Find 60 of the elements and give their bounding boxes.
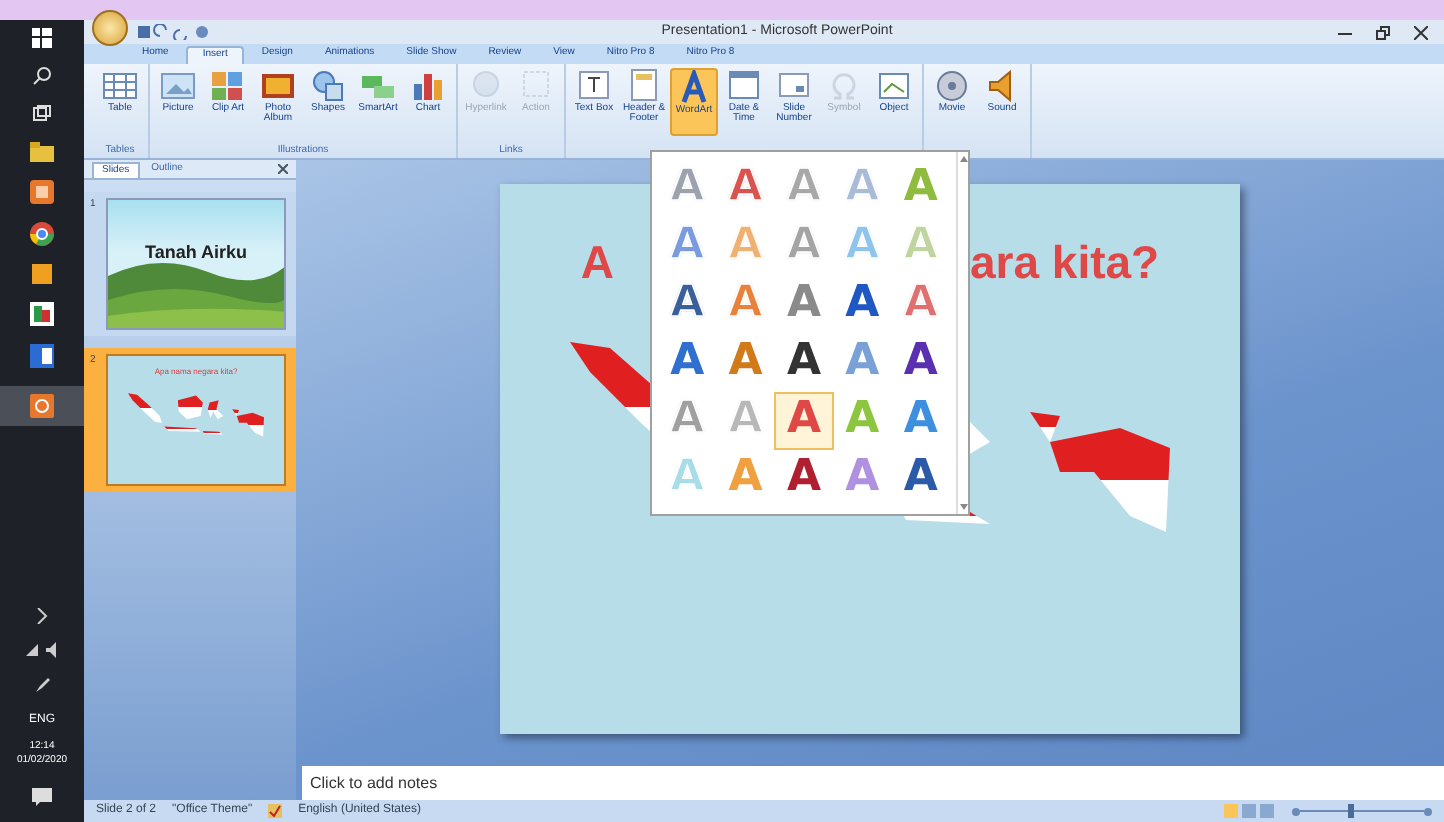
close-icon[interactable] <box>1414 25 1428 39</box>
wordart-style-option[interactable]: A <box>774 449 834 508</box>
wordart-sample-letter: A <box>845 456 880 501</box>
search-icon[interactable] <box>32 66 52 86</box>
wordart-sample-letter: A <box>786 340 821 385</box>
wordart-style-option[interactable]: A <box>774 274 834 333</box>
wordart-sample-letter: A <box>845 398 880 443</box>
letter-a-icon <box>676 70 712 106</box>
chevron-icon[interactable] <box>36 608 48 624</box>
browser-icon[interactable] <box>30 222 54 246</box>
chart-app-icon[interactable] <box>30 302 54 326</box>
task-view-icon[interactable] <box>32 104 52 124</box>
wordart-style-option[interactable]: A <box>891 449 950 508</box>
scroll-bar[interactable] <box>956 152 968 514</box>
text-box-icon <box>576 68 612 104</box>
calendar-icon <box>726 68 762 104</box>
slide-thumbnail[interactable]: Tanah Airku <box>106 198 286 330</box>
notification-icon[interactable] <box>32 786 52 806</box>
clip-art-icon <box>210 68 246 104</box>
photo-album-icon <box>260 68 296 104</box>
pen-icon[interactable] <box>33 676 51 694</box>
wordart-style-option[interactable]: A <box>833 274 892 333</box>
close-icon[interactable] <box>278 164 288 174</box>
wordart-sample-letter: A <box>903 398 938 443</box>
table-icon <box>102 68 138 104</box>
wordart-sample-letter: A <box>786 398 821 443</box>
wordart-sample-letter: A <box>903 165 938 210</box>
spell-check-icon[interactable] <box>268 804 283 818</box>
wordart-style-option[interactable]: A <box>891 391 950 450</box>
wordart-sample-letter: A <box>786 456 821 501</box>
document-app-icon[interactable] <box>30 344 54 368</box>
zoom-slider-thumb[interactable] <box>1347 804 1354 818</box>
slide-title: Tanah Airku <box>142 240 249 266</box>
presentation-icon <box>30 394 54 418</box>
wordart-sample-letter: A <box>845 340 880 385</box>
windows-icon[interactable] <box>32 28 52 48</box>
notes-field[interactable]: Click to add notes <box>302 766 1444 800</box>
object-icon <box>876 68 912 104</box>
active-app-tile[interactable] <box>0 386 84 426</box>
shapes-icon <box>310 68 346 104</box>
zoom-slider[interactable] <box>1292 804 1432 818</box>
network-volume-icon[interactable] <box>24 642 60 658</box>
page-icon <box>626 68 662 104</box>
wordart-sample-letter: A <box>670 340 705 385</box>
wordart-sample-letter: A <box>845 281 880 326</box>
wordart-sample-letter: A <box>728 456 763 501</box>
wordart-style-option[interactable]: A <box>658 332 717 392</box>
wordart-sample-letter: A <box>728 340 763 385</box>
picture-icon <box>160 68 196 104</box>
folder-icon[interactable] <box>30 142 54 162</box>
wordart-style-option[interactable]: A <box>774 332 834 392</box>
wordart-style-option[interactable]: A <box>891 332 950 392</box>
wordart-sample-letter: A <box>903 340 938 385</box>
restore-icon[interactable] <box>1376 25 1390 39</box>
chart-icon <box>410 68 446 104</box>
app-tile-icon[interactable] <box>30 180 54 204</box>
wordart-sample-letter: A <box>903 456 938 501</box>
wordart-sample-letter: A <box>786 281 821 326</box>
wordart-style-option[interactable]: A <box>774 391 834 450</box>
film-reel-icon <box>934 68 970 104</box>
